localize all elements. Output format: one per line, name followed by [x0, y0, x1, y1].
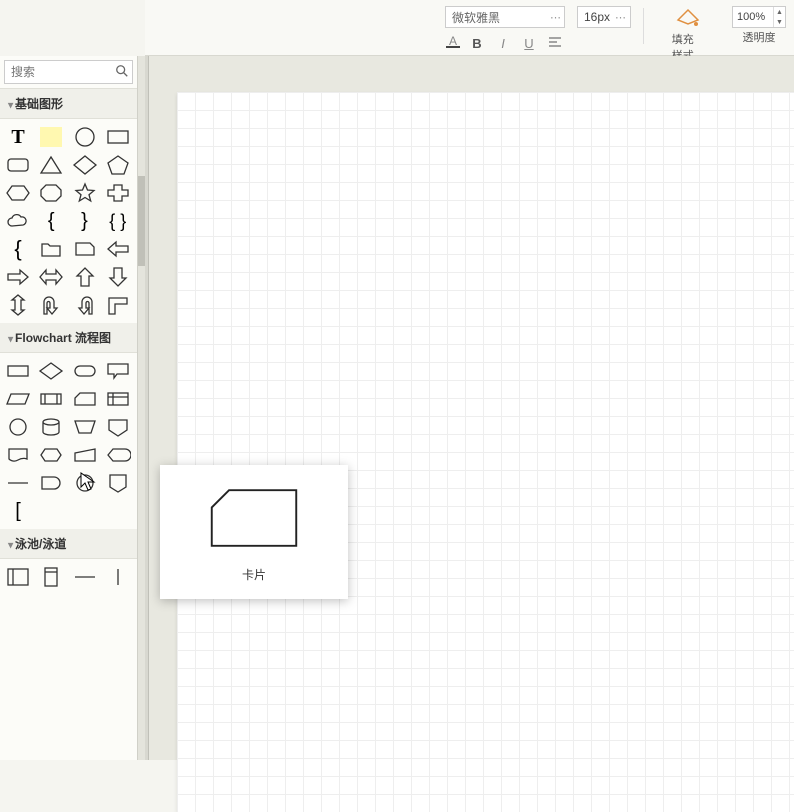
- shape-delay[interactable]: [37, 471, 65, 495]
- bold-button[interactable]: B: [468, 34, 486, 52]
- shape-arrow-both[interactable]: [37, 265, 65, 289]
- shape-process[interactable]: [4, 359, 32, 383]
- section-header-swimlane[interactable]: 泳池/泳道: [0, 529, 137, 559]
- shape-bracket[interactable]: [: [4, 499, 32, 523]
- shape-rectangle[interactable]: [104, 125, 132, 149]
- top-toolbar: 微软雅黑 A B I U 16px 填充样式 100% ▲▼ 透明度: [145, 0, 794, 56]
- sidebar-scrollbar[interactable]: [138, 56, 145, 760]
- shape-pool-h[interactable]: [4, 565, 32, 589]
- shape-brace-single[interactable]: {: [4, 237, 32, 261]
- canvas-area: [145, 56, 794, 760]
- shape-rounded-rect[interactable]: [4, 153, 32, 177]
- zoom-input[interactable]: 100% ▲▼: [732, 6, 786, 28]
- shape-arrow-updown[interactable]: [4, 293, 32, 317]
- shape-diamond[interactable]: [71, 153, 99, 177]
- shape-lane-h[interactable]: [71, 565, 99, 589]
- section-header-flowchart[interactable]: Flowchart 流程图: [0, 323, 137, 353]
- shape-arrow-down[interactable]: [104, 265, 132, 289]
- shape-circle[interactable]: [71, 125, 99, 149]
- shape-triangle[interactable]: [37, 153, 65, 177]
- tooltip-label: 卡片: [242, 566, 266, 583]
- shape-star[interactable]: [71, 181, 99, 205]
- shape-drop[interactable]: [71, 237, 99, 261]
- basic-shapes-grid: T { } { } {: [0, 119, 137, 323]
- fill-style-button[interactable]: [672, 4, 704, 30]
- shape-lane-v[interactable]: [104, 565, 132, 589]
- font-family-select[interactable]: 微软雅黑: [445, 6, 565, 28]
- shape-circle2[interactable]: [71, 471, 99, 495]
- shape-preview-tooltip: 卡片: [160, 465, 348, 599]
- shape-pool-v[interactable]: [37, 565, 65, 589]
- align-button[interactable]: [546, 34, 564, 52]
- shape-manual-input[interactable]: [71, 443, 99, 467]
- shape-document[interactable]: [4, 443, 32, 467]
- shape-terminator[interactable]: [71, 359, 99, 383]
- font-size-select[interactable]: 16px: [577, 6, 631, 28]
- flowchart-shapes-grid: [: [0, 353, 137, 529]
- shapes-sidebar: 基础图形 T { } { } { Flowchart 流程图: [0, 56, 138, 760]
- shape-brace-pair[interactable]: { }: [104, 209, 132, 233]
- shape-manual-op[interactable]: [71, 415, 99, 439]
- shape-octagon[interactable]: [37, 181, 65, 205]
- zoom-down-icon[interactable]: ▼: [773, 17, 785, 27]
- shape-text[interactable]: T: [4, 125, 32, 149]
- shape-preparation[interactable]: [37, 443, 65, 467]
- shape-decision[interactable]: [37, 359, 65, 383]
- shape-arrow-right[interactable]: [4, 265, 32, 289]
- shape-database[interactable]: [37, 415, 65, 439]
- shape-sticky-note[interactable]: [37, 125, 65, 149]
- drawing-canvas[interactable]: [177, 92, 794, 812]
- shape-internal-storage[interactable]: [104, 387, 132, 411]
- shape-folder[interactable]: [37, 237, 65, 261]
- shape-corner[interactable]: [104, 293, 132, 317]
- section-header-basic[interactable]: 基础图形: [0, 89, 137, 119]
- shape-brace-left[interactable]: {: [37, 209, 65, 233]
- shape-card[interactable]: [71, 387, 99, 411]
- shape-cross[interactable]: [104, 181, 132, 205]
- shape-arrow-left[interactable]: [104, 237, 132, 261]
- shape-connector[interactable]: [4, 415, 32, 439]
- shape-hexagon[interactable]: [4, 181, 32, 205]
- italic-button[interactable]: I: [494, 34, 512, 52]
- scrollbar-thumb[interactable]: [138, 176, 145, 266]
- shape-line[interactable]: [4, 471, 32, 495]
- shape-uturn-right[interactable]: [71, 293, 99, 317]
- shape-data[interactable]: [4, 387, 32, 411]
- font-color-button[interactable]: A: [446, 34, 460, 48]
- shape-bracket-right[interactable]: }: [71, 209, 99, 233]
- shape-arrow-up[interactable]: [71, 265, 99, 289]
- shape-display[interactable]: [104, 443, 132, 467]
- shape-uturn-left[interactable]: [37, 293, 65, 317]
- shape-predefined[interactable]: [37, 387, 65, 411]
- canvas-gutter: [145, 56, 149, 760]
- opacity-label: 透明度: [743, 29, 776, 45]
- swimlane-shapes-grid: [0, 559, 137, 595]
- shape-offpage2[interactable]: [104, 471, 132, 495]
- search-input[interactable]: [4, 60, 133, 84]
- shape-callout[interactable]: [104, 359, 132, 383]
- shape-pentagon[interactable]: [104, 153, 132, 177]
- zoom-up-icon[interactable]: ▲: [773, 7, 785, 17]
- shape-cloud[interactable]: [4, 209, 32, 233]
- search-icon[interactable]: [115, 64, 129, 81]
- shape-offpage[interactable]: [104, 415, 132, 439]
- underline-button[interactable]: U: [520, 34, 538, 52]
